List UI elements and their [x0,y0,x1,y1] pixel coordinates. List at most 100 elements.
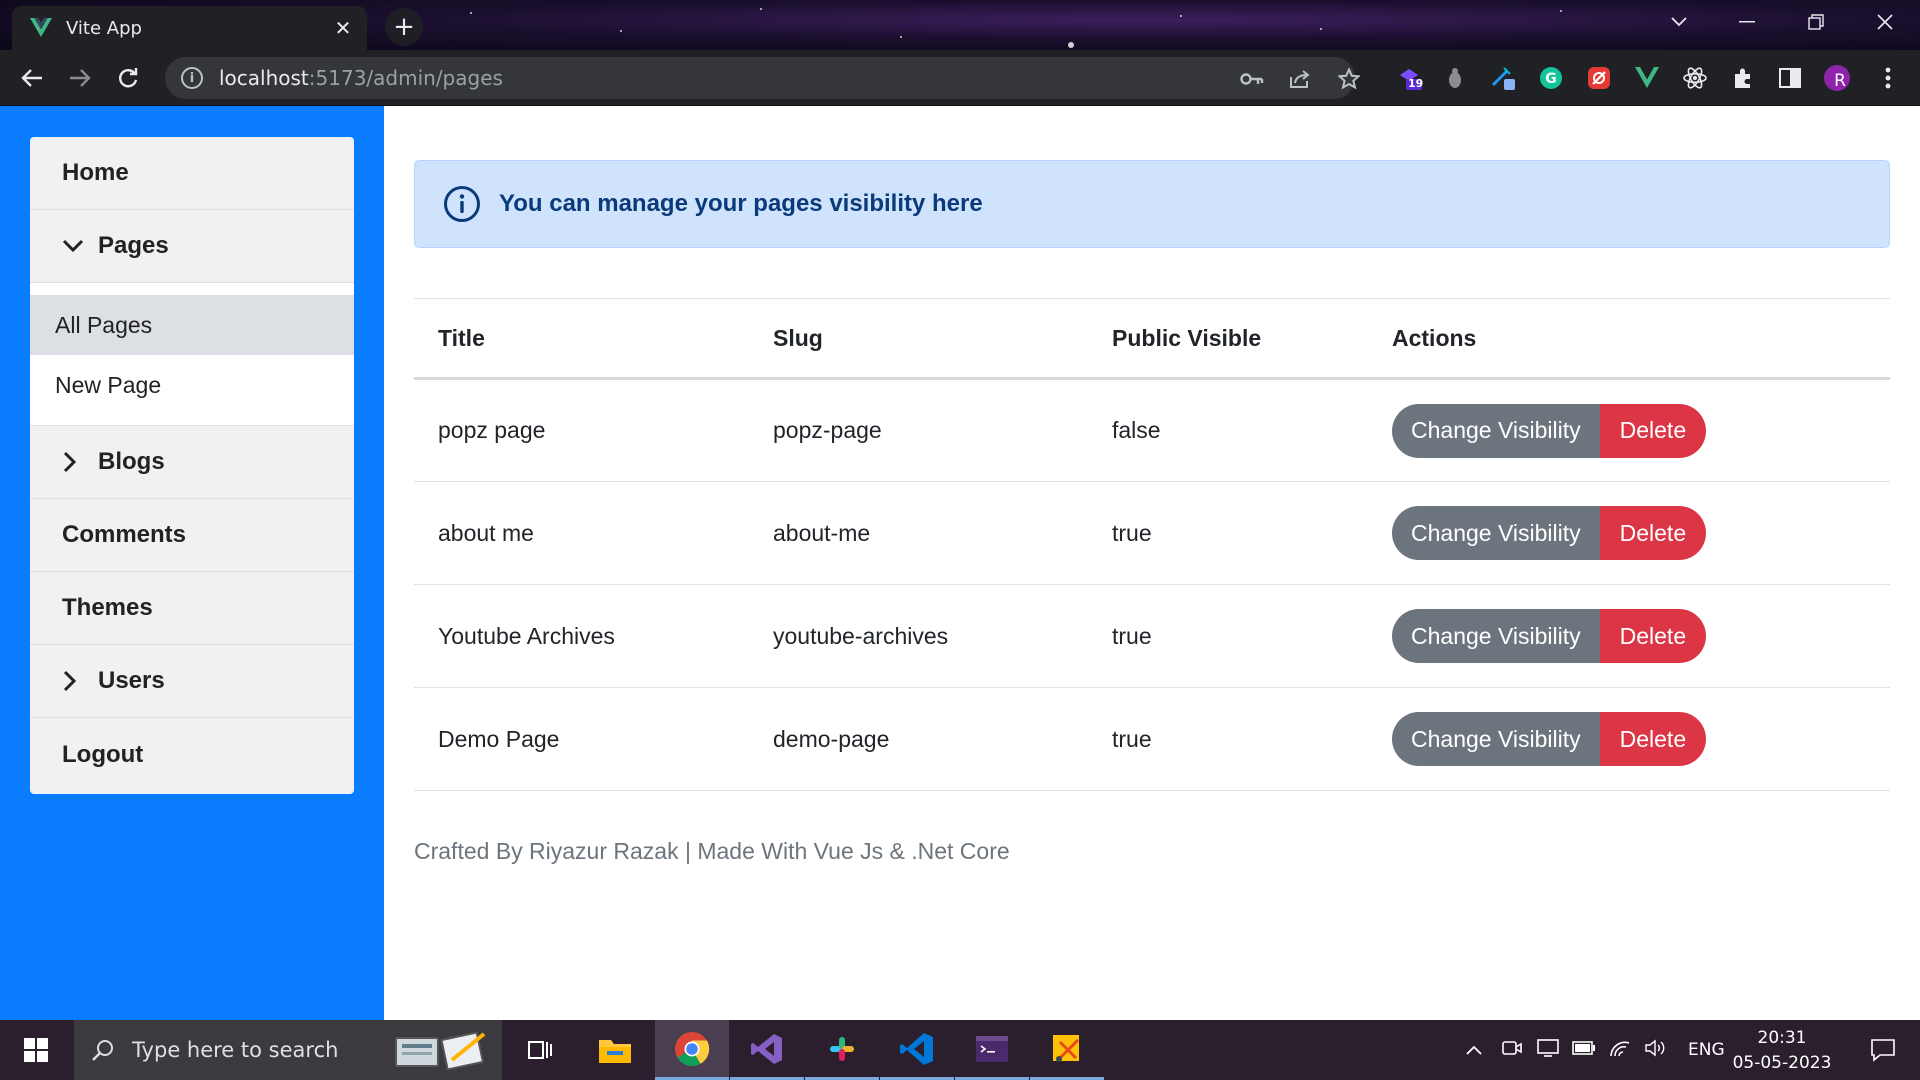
restore-icon[interactable] [1781,0,1851,44]
search-icon [88,1035,118,1065]
delete-button[interactable]: Delete [1599,712,1707,766]
slack-icon[interactable] [805,1020,879,1080]
cell-visible: true [1088,584,1368,688]
battery-icon[interactable] [1566,1040,1602,1060]
chrome-taskbar-icon[interactable] [655,1020,729,1080]
devtools-extension-icon[interactable] [1490,65,1516,91]
side-panel-icon[interactable] [1777,65,1803,91]
sidebar-item-users[interactable]: Users [30,645,354,718]
forward-icon[interactable] [62,60,98,96]
page-footer: Crafted By Riyazur Razak | Made With Vue… [414,838,1010,864]
column-header-public-visible: Public Visible [1088,298,1368,380]
news-widget-icon[interactable] [392,1030,492,1075]
sidebar-nav: Home Pages All Pages New Page Blogs Comm… [30,137,354,794]
task-view-icon[interactable] [503,1020,577,1080]
search-placeholder: Type here to search [132,1038,339,1062]
extension-badge-count: 19 [1408,77,1424,90]
change-visibility-button[interactable]: Change Visibility [1392,506,1600,560]
url-host: localhost [219,66,309,90]
terminal-icon[interactable] [955,1020,1029,1080]
profile-initial: R [1834,71,1846,91]
close-window-icon[interactable] [1850,0,1920,44]
change-visibility-button[interactable]: Change Visibility [1392,403,1600,458]
meet-icon[interactable] [1494,1039,1530,1062]
action-button-group: Change Visibility Delete [1392,609,1707,663]
browser-menu-icon[interactable] [1875,65,1901,91]
tab-search-icon[interactable] [1644,0,1714,44]
vscode-icon[interactable] [880,1020,954,1080]
volume-icon[interactable] [1638,1039,1674,1062]
clock-time: 20:31 [1757,1028,1807,1048]
cell-visible: true [1088,481,1368,585]
browser-tab[interactable]: Vite App ✕ [12,6,367,50]
bookmark-star-icon[interactable] [1337,67,1361,91]
tab-title: Vite App [66,17,142,39]
table-header-row: Title Slug Public Visible Actions [414,298,1890,380]
taskbar-clock[interactable]: 20:31 05-05-2023 [1730,1026,1834,1076]
site-info-icon[interactable]: i [181,67,203,89]
delete-button[interactable]: Delete [1599,609,1707,663]
info-circle-icon [444,186,480,222]
snipping-tool-icon[interactable] [1030,1020,1104,1080]
share-icon[interactable] [1288,67,1312,91]
profile-avatar[interactable]: R [1824,65,1850,91]
wifi-icon[interactable] [1602,1039,1638,1062]
cell-slug: demo-page [749,687,1088,791]
sidebar-item-logout[interactable]: Logout [30,718,354,791]
key-icon[interactable] [1240,67,1264,91]
sidebar-subitem-new-page[interactable]: New Page [30,355,354,415]
clock-date: 05-05-2023 [1732,1053,1832,1073]
bug-extension-icon[interactable] [1442,65,1468,91]
vue-devtools-icon[interactable] [1634,65,1660,91]
cell-actions: Change Visibility Delete [1368,481,1890,585]
new-tab-button[interactable]: + [385,8,423,46]
sidebar-item-label: Themes [62,594,153,621]
delete-button[interactable]: Delete [1599,506,1707,560]
sidebar-item-blogs[interactable]: Blogs [30,426,354,499]
sidebar-item-home[interactable]: Home [30,137,354,210]
language-indicator[interactable]: ENG [1688,1040,1725,1060]
visual-studio-icon[interactable] [730,1020,804,1080]
change-visibility-button[interactable]: Change Visibility [1392,712,1600,766]
react-devtools-icon[interactable] [1682,65,1708,91]
extensions-puzzle-icon[interactable] [1730,65,1756,91]
windows-taskbar: Type here to search ENG 20:31 05-05-2023 [0,1020,1920,1080]
sidebar-subitem-all-pages[interactable]: All Pages [30,295,354,355]
notifications-icon[interactable] [1846,1020,1920,1080]
action-button-group: Change Visibility Delete [1392,506,1707,560]
chevron-down-icon [62,234,92,258]
extension-badge-icon[interactable]: 19 [1396,65,1424,91]
cell-slug: popz-page [749,378,1088,482]
sidebar-item-comments[interactable]: Comments [30,499,354,572]
sidebar-item-label: Comments [62,521,187,548]
sidebar-item-label: Blogs [98,448,165,475]
sidebar-subitem-label: All Pages [55,311,153,338]
change-visibility-button[interactable]: Change Visibility [1392,609,1600,663]
blocker-extension-icon[interactable] [1586,65,1612,91]
action-button-group: Change Visibility Delete [1392,712,1707,766]
vue-logo-icon [30,17,52,39]
cell-visible: true [1088,687,1368,791]
taskbar-search-box[interactable]: Type here to search [74,1020,502,1080]
main-content: You can manage your pages visibility her… [414,160,1890,864]
tab-close-icon[interactable]: ✕ [329,14,357,42]
sidebar-item-themes[interactable]: Themes [30,572,354,645]
minimize-icon[interactable] [1712,0,1782,44]
display-icon[interactable] [1530,1038,1566,1062]
windows-start-icon[interactable] [0,1020,72,1080]
cell-visible: false [1088,378,1368,482]
grammarly-icon[interactable]: G [1538,65,1564,91]
file-explorer-icon[interactable] [578,1020,652,1080]
sidebar-item-pages[interactable]: Pages [30,210,354,283]
back-icon[interactable] [14,60,50,96]
delete-button[interactable]: Delete [1599,403,1707,458]
tray-overflow-icon[interactable] [1460,1040,1488,1060]
svg-text:G: G [1545,71,1557,87]
table-row: about me about-me true Change Visibility… [414,481,1890,585]
browser-toolbar: i localhost:5173/admin/pages 19 G R [0,50,1920,106]
alert-message: You can manage your pages visibility her… [499,190,983,217]
url-path: :5173/admin/pages [308,66,503,90]
pages-table: Title Slug Public Visible Actions popz p… [414,298,1890,791]
address-bar[interactable]: i localhost:5173/admin/pages [165,57,1360,99]
reload-icon[interactable] [110,60,146,96]
